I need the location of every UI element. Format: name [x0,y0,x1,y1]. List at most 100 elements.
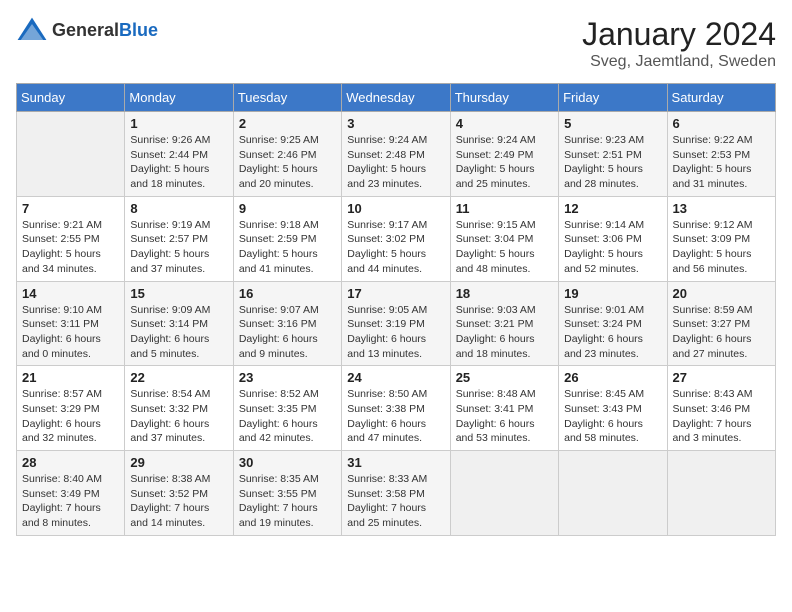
week-row-4: 28Sunrise: 8:40 AMSunset: 3:49 PMDayligh… [17,451,776,536]
day-info: Sunrise: 8:38 AMSunset: 3:52 PMDaylight:… [130,472,227,531]
logo-text: GeneralBlue [52,20,158,41]
calendar-cell: 2 Sunrise: 9:25 AMSunset: 2:46 PMDaylight… [233,112,341,197]
day-number: 31 [347,455,444,470]
day-info: Sunrise: 9:24 AMSunset: 2:48 PMDaylight:… [347,133,444,192]
day-number: 1 [130,116,227,131]
day-info: Sunrise: 8:50 AMSunset: 3:38 PMDaylight:… [347,387,444,446]
header-wednesday: Wednesday [342,84,450,112]
calendar: SundayMondayTuesdayWednesdayThursdayFrid… [16,83,776,536]
day-number: 16 [239,286,336,301]
calendar-cell: 3 Sunrise: 9:24 AMSunset: 2:48 PMDaylight… [342,112,450,197]
calendar-cell [667,451,775,536]
day-info: Sunrise: 9:14 AMSunset: 3:06 PMDaylight:… [564,218,661,277]
day-info: Sunrise: 8:35 AMSunset: 3:55 PMDaylight:… [239,472,336,531]
calendar-cell [450,451,558,536]
calendar-cell: 28Sunrise: 8:40 AMSunset: 3:49 PMDayligh… [17,451,125,536]
week-row-1: 7 Sunrise: 9:21 AMSunset: 2:55 PMDaylight… [17,196,776,281]
day-info: Sunrise: 8:45 AMSunset: 3:43 PMDaylight:… [564,387,661,446]
day-number: 3 [347,116,444,131]
day-info: Sunrise: 9:01 AMSunset: 3:24 PMDaylight:… [564,303,661,362]
header-tuesday: Tuesday [233,84,341,112]
header-row: SundayMondayTuesdayWednesdayThursdayFrid… [17,84,776,112]
day-info: Sunrise: 9:07 AMSunset: 3:16 PMDaylight:… [239,303,336,362]
calendar-cell: 20 Sunrise: 8:59 AMSunset: 3:27 PMDayligh… [667,281,775,366]
logo-icon [16,16,48,44]
day-info: Sunrise: 9:09 AMSunset: 3:14 PMDaylight:… [130,303,227,362]
calendar-cell: 16 Sunrise: 9:07 AMSunset: 3:16 PMDayligh… [233,281,341,366]
calendar-cell: 31 Sunrise: 8:33 AMSunset: 3:58 PMDayligh… [342,451,450,536]
calendar-cell: 17 Sunrise: 9:05 AMSunset: 3:19 PMDayligh… [342,281,450,366]
day-number: 19 [564,286,661,301]
header-saturday: Saturday [667,84,775,112]
week-row-2: 14Sunrise: 9:10 AMSunset: 3:11 PMDayligh… [17,281,776,366]
day-number: 6 [673,116,770,131]
day-number: 30 [239,455,336,470]
day-number: 11 [456,201,553,216]
day-number: 29 [130,455,227,470]
calendar-cell: 19 Sunrise: 9:01 AMSunset: 3:24 PMDayligh… [559,281,667,366]
calendar-cell: 11 Sunrise: 9:15 AMSunset: 3:04 PMDayligh… [450,196,558,281]
calendar-cell: 9Sunrise: 9:18 AMSunset: 2:59 PMDaylight… [233,196,341,281]
day-number: 20 [673,286,770,301]
calendar-cell: 8Sunrise: 9:19 AMSunset: 2:57 PMDaylight… [125,196,233,281]
day-info: Sunrise: 9:05 AMSunset: 3:19 PMDaylight:… [347,303,444,362]
day-info: Sunrise: 8:59 AMSunset: 3:27 PMDaylight:… [673,303,770,362]
day-info: Sunrise: 8:52 AMSunset: 3:35 PMDaylight:… [239,387,336,446]
location-title: Sveg, Jaemtland, Sweden [582,53,776,71]
day-info: Sunrise: 8:48 AMSunset: 3:41 PMDaylight:… [456,387,553,446]
calendar-cell: 27Sunrise: 8:43 AMSunset: 3:46 PMDayligh… [667,366,775,451]
calendar-cell: 14Sunrise: 9:10 AMSunset: 3:11 PMDayligh… [17,281,125,366]
day-number: 21 [22,370,119,385]
calendar-cell: 12 Sunrise: 9:14 AMSunset: 3:06 PMDayligh… [559,196,667,281]
day-info: Sunrise: 9:10 AMSunset: 3:11 PMDaylight:… [22,303,119,362]
day-info: Sunrise: 9:24 AMSunset: 2:49 PMDaylight:… [456,133,553,192]
day-number: 15 [130,286,227,301]
day-number: 2 [239,116,336,131]
day-number: 10 [347,201,444,216]
calendar-cell: 4 Sunrise: 9:24 AMSunset: 2:49 PMDaylight… [450,112,558,197]
week-row-0: 1Sunrise: 9:26 AMSunset: 2:44 PMDaylight… [17,112,776,197]
calendar-body: 1Sunrise: 9:26 AMSunset: 2:44 PMDaylight… [17,112,776,536]
day-number: 23 [239,370,336,385]
day-number: 17 [347,286,444,301]
calendar-header: SundayMondayTuesdayWednesdayThursdayFrid… [17,84,776,112]
day-info: Sunrise: 9:21 AMSunset: 2:55 PMDaylight:… [22,218,119,277]
calendar-cell: 29 Sunrise: 8:38 AMSunset: 3:52 PMDayligh… [125,451,233,536]
day-info: Sunrise: 8:54 AMSunset: 3:32 PMDaylight:… [130,387,227,446]
day-number: 13 [673,201,770,216]
calendar-cell: 18Sunrise: 9:03 AMSunset: 3:21 PMDayligh… [450,281,558,366]
logo-blue: Blue [119,20,158,40]
day-number: 28 [22,455,119,470]
calendar-cell [17,112,125,197]
calendar-cell: 6 Sunrise: 9:22 AMSunset: 2:53 PMDaylight… [667,112,775,197]
day-number: 5 [564,116,661,131]
calendar-cell: 30 Sunrise: 8:35 AMSunset: 3:55 PMDayligh… [233,451,341,536]
logo-general: General [52,20,119,40]
day-info: Sunrise: 9:22 AMSunset: 2:53 PMDaylight:… [673,133,770,192]
calendar-cell: 21 Sunrise: 8:57 AMSunset: 3:29 PMDayligh… [17,366,125,451]
logo: GeneralBlue [16,16,158,44]
day-number: 7 [22,201,119,216]
day-info: Sunrise: 9:25 AMSunset: 2:46 PMDaylight:… [239,133,336,192]
day-number: 27 [673,370,770,385]
day-number: 4 [456,116,553,131]
day-info: Sunrise: 9:12 AMSunset: 3:09 PMDaylight:… [673,218,770,277]
calendar-cell: 25Sunrise: 8:48 AMSunset: 3:41 PMDayligh… [450,366,558,451]
calendar-cell: 23 Sunrise: 8:52 AMSunset: 3:35 PMDayligh… [233,366,341,451]
day-number: 12 [564,201,661,216]
day-number: 18 [456,286,553,301]
calendar-cell: 7 Sunrise: 9:21 AMSunset: 2:55 PMDaylight… [17,196,125,281]
day-info: Sunrise: 9:15 AMSunset: 3:04 PMDaylight:… [456,218,553,277]
day-info: Sunrise: 9:17 AMSunset: 3:02 PMDaylight:… [347,218,444,277]
day-info: Sunrise: 8:57 AMSunset: 3:29 PMDaylight:… [22,387,119,446]
calendar-cell: 24Sunrise: 8:50 AMSunset: 3:38 PMDayligh… [342,366,450,451]
calendar-cell: 26Sunrise: 8:45 AMSunset: 3:43 PMDayligh… [559,366,667,451]
month-title: January 2024 [582,16,776,53]
calendar-cell: 10 Sunrise: 9:17 AMSunset: 3:02 PMDayligh… [342,196,450,281]
calendar-cell: 5Sunrise: 9:23 AMSunset: 2:51 PMDaylight… [559,112,667,197]
calendar-cell: 13 Sunrise: 9:12 AMSunset: 3:09 PMDayligh… [667,196,775,281]
day-info: Sunrise: 8:33 AMSunset: 3:58 PMDaylight:… [347,472,444,531]
week-row-3: 21 Sunrise: 8:57 AMSunset: 3:29 PMDayligh… [17,366,776,451]
header-sunday: Sunday [17,84,125,112]
header-monday: Monday [125,84,233,112]
